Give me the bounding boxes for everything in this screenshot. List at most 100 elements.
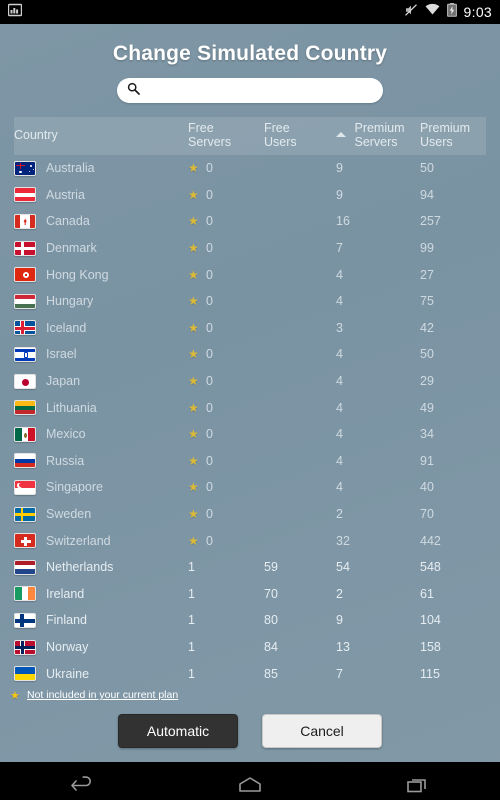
status-bar-clock: 9:03	[463, 4, 492, 20]
premium-servers-cell: 9	[336, 187, 343, 202]
plan-note[interactable]: ★ Not included in your current plan	[0, 687, 500, 708]
cancel-button[interactable]: Cancel	[262, 713, 382, 748]
table-row[interactable]: Hungary ★ 0 4 75	[14, 288, 486, 315]
free-users-cell	[264, 474, 336, 501]
table-row[interactable]: Austria ★ 0 9 94	[14, 182, 486, 209]
country-name-cell: Mexico	[46, 427, 86, 442]
nav-recents-button[interactable]	[382, 762, 452, 800]
premium-users-cell: 99	[420, 241, 434, 256]
free-servers-cell: ★ 0	[188, 474, 264, 501]
table-row[interactable]: Finland 1 80 9 104	[14, 607, 486, 634]
star-icon: ★	[188, 161, 199, 176]
table-row[interactable]: Denmark ★ 0 7 99	[14, 235, 486, 262]
plan-note-text[interactable]: Not included in your current plan	[27, 689, 178, 701]
search-container	[0, 78, 500, 117]
premium-servers-cell: 4	[336, 294, 343, 309]
free-users-cell	[264, 394, 336, 421]
column-header-premium-users[interactable]: Premium Users	[420, 117, 486, 155]
free-servers-cell: ★ 0	[188, 421, 264, 448]
table-row[interactable]: Canada ★ 0 16 257	[14, 208, 486, 235]
premium-servers-cell: 54	[336, 560, 350, 575]
country-flag-cell	[14, 501, 46, 528]
free-users-cell: 85	[264, 666, 278, 681]
flag-at-icon	[14, 187, 36, 203]
flag-ch-icon	[14, 533, 36, 549]
status-bar-left	[7, 3, 23, 22]
premium-users-cell: 75	[420, 294, 434, 309]
nav-back-button[interactable]	[48, 762, 118, 800]
table-header: Country Free Servers Free Users Premium …	[14, 117, 486, 155]
country-flag-cell	[14, 208, 46, 235]
column-header-premium-servers-line2: Servers	[354, 135, 398, 149]
table-row[interactable]: Hong Kong ★ 0 4 27	[14, 261, 486, 288]
column-header-free-servers-line1: Free	[188, 121, 214, 135]
nav-home-button[interactable]	[215, 762, 285, 800]
column-header-country[interactable]: Country	[14, 117, 188, 155]
search-input[interactable]	[146, 83, 373, 98]
free-servers-cell: 1	[188, 660, 264, 687]
free-servers-value: 0	[206, 320, 213, 335]
sort-ascending-icon	[336, 131, 346, 137]
free-servers-cell: ★ 0	[188, 288, 264, 315]
flag-mx-icon	[14, 426, 36, 442]
table-row[interactable]: Russia ★ 0 4 91	[14, 448, 486, 475]
premium-users-cell: 104	[420, 613, 441, 628]
premium-servers-cell: 32	[336, 533, 350, 548]
free-servers-value: 0	[206, 533, 213, 548]
mute-icon	[404, 3, 418, 22]
free-servers-value: 0	[206, 400, 213, 415]
column-header-free-users[interactable]: Free Users	[264, 117, 336, 155]
premium-servers-cell: 2	[336, 507, 343, 522]
table-row[interactable]: Mexico ★ 0 4 34	[14, 421, 486, 448]
free-servers-value: 0	[206, 453, 213, 468]
free-users-cell: 70	[264, 586, 278, 601]
android-nav-bar	[0, 761, 500, 800]
premium-servers-cell: 16	[336, 214, 350, 229]
free-servers-value: 1	[188, 586, 195, 601]
flag-dk-icon	[14, 240, 36, 256]
table-row[interactable]: Switzerland ★ 0 32 442	[14, 527, 486, 554]
free-servers-cell: 1	[188, 554, 264, 581]
country-table-container[interactable]: Country Free Servers Free Users Premium …	[0, 117, 500, 687]
table-row[interactable]: Lithuania ★ 0 4 49	[14, 394, 486, 421]
table-row[interactable]: Australia ★ 0 9 50	[14, 155, 486, 182]
star-icon: ★	[188, 214, 199, 229]
country-flag-cell	[14, 155, 46, 182]
premium-servers-cell: 4	[336, 453, 343, 468]
search-box[interactable]	[117, 78, 383, 103]
star-icon: ★	[188, 294, 199, 309]
free-users-cell	[264, 288, 336, 315]
column-header-free-servers[interactable]: Free Servers	[188, 117, 264, 155]
country-name-cell: Denmark	[46, 241, 97, 256]
country-name-cell: Sweden	[46, 507, 92, 522]
free-servers-cell: ★ 0	[188, 527, 264, 554]
country-name-cell: Netherlands	[46, 560, 114, 575]
premium-users-cell: 548	[420, 560, 441, 575]
table-row[interactable]: Israel ★ 0 4 50	[14, 341, 486, 368]
free-servers-cell: ★ 0	[188, 448, 264, 475]
column-header-premium-servers[interactable]: Premium Servers	[336, 117, 420, 155]
table-row[interactable]: Netherlands 1 59 54 548	[14, 554, 486, 581]
table-row[interactable]: Singapore ★ 0 4 40	[14, 474, 486, 501]
free-servers-value: 0	[206, 214, 213, 229]
country-flag-cell	[14, 581, 46, 608]
table-row[interactable]: Ukraine 1 85 7 115	[14, 660, 486, 687]
premium-users-cell: 50	[420, 161, 434, 176]
country-flag-cell	[14, 368, 46, 395]
free-servers-cell: 1	[188, 607, 264, 634]
column-header-free-users-line1: Free	[264, 121, 290, 135]
table-row[interactable]: Japan ★ 0 4 29	[14, 368, 486, 395]
table-row[interactable]: Sweden ★ 0 2 70	[14, 501, 486, 528]
flag-sg-icon	[14, 480, 36, 496]
dialog-actions: Automatic Cancel	[0, 708, 500, 762]
star-icon: ★	[188, 533, 199, 548]
table-row[interactable]: Norway 1 84 13 158	[14, 634, 486, 661]
screenshot-icon	[7, 3, 23, 22]
table-row[interactable]: Ireland 1 70 2 61	[14, 581, 486, 608]
table-row[interactable]: Iceland ★ 0 3 42	[14, 315, 486, 342]
automatic-button[interactable]: Automatic	[118, 713, 238, 748]
free-servers-value: 1	[188, 560, 195, 575]
free-servers-value: 1	[188, 613, 195, 628]
free-users-cell	[264, 421, 336, 448]
country-name-cell: Finland	[46, 613, 87, 628]
